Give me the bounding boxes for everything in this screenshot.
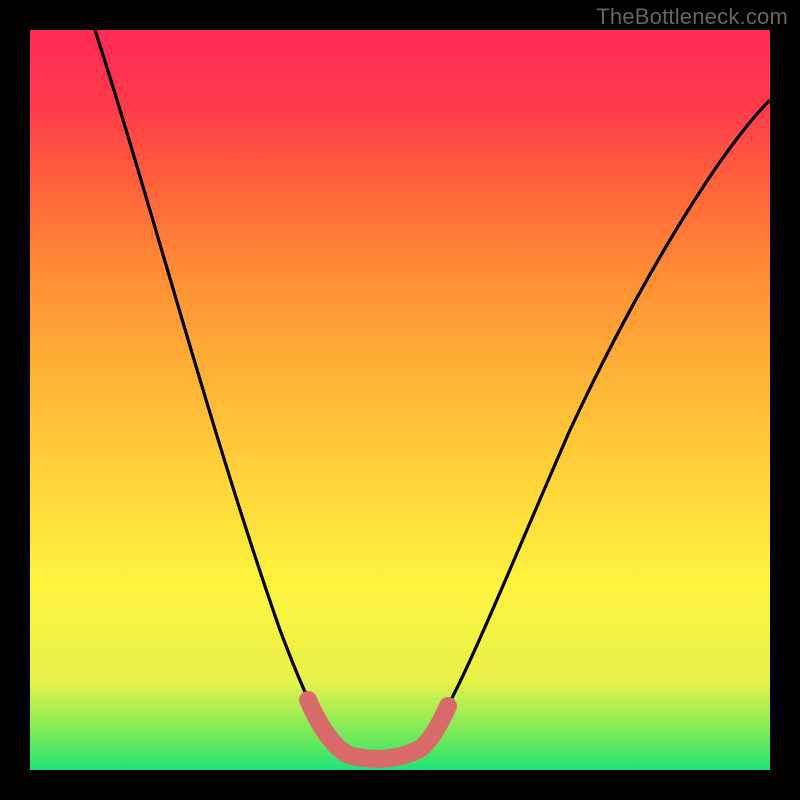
curve-svg xyxy=(30,30,770,770)
watermark-text: TheBottleneck.com xyxy=(596,4,788,30)
plot-area xyxy=(30,30,770,770)
bottleneck-curve xyxy=(95,30,770,758)
highlight-segment xyxy=(308,700,448,759)
chart-frame: TheBottleneck.com xyxy=(0,0,800,800)
